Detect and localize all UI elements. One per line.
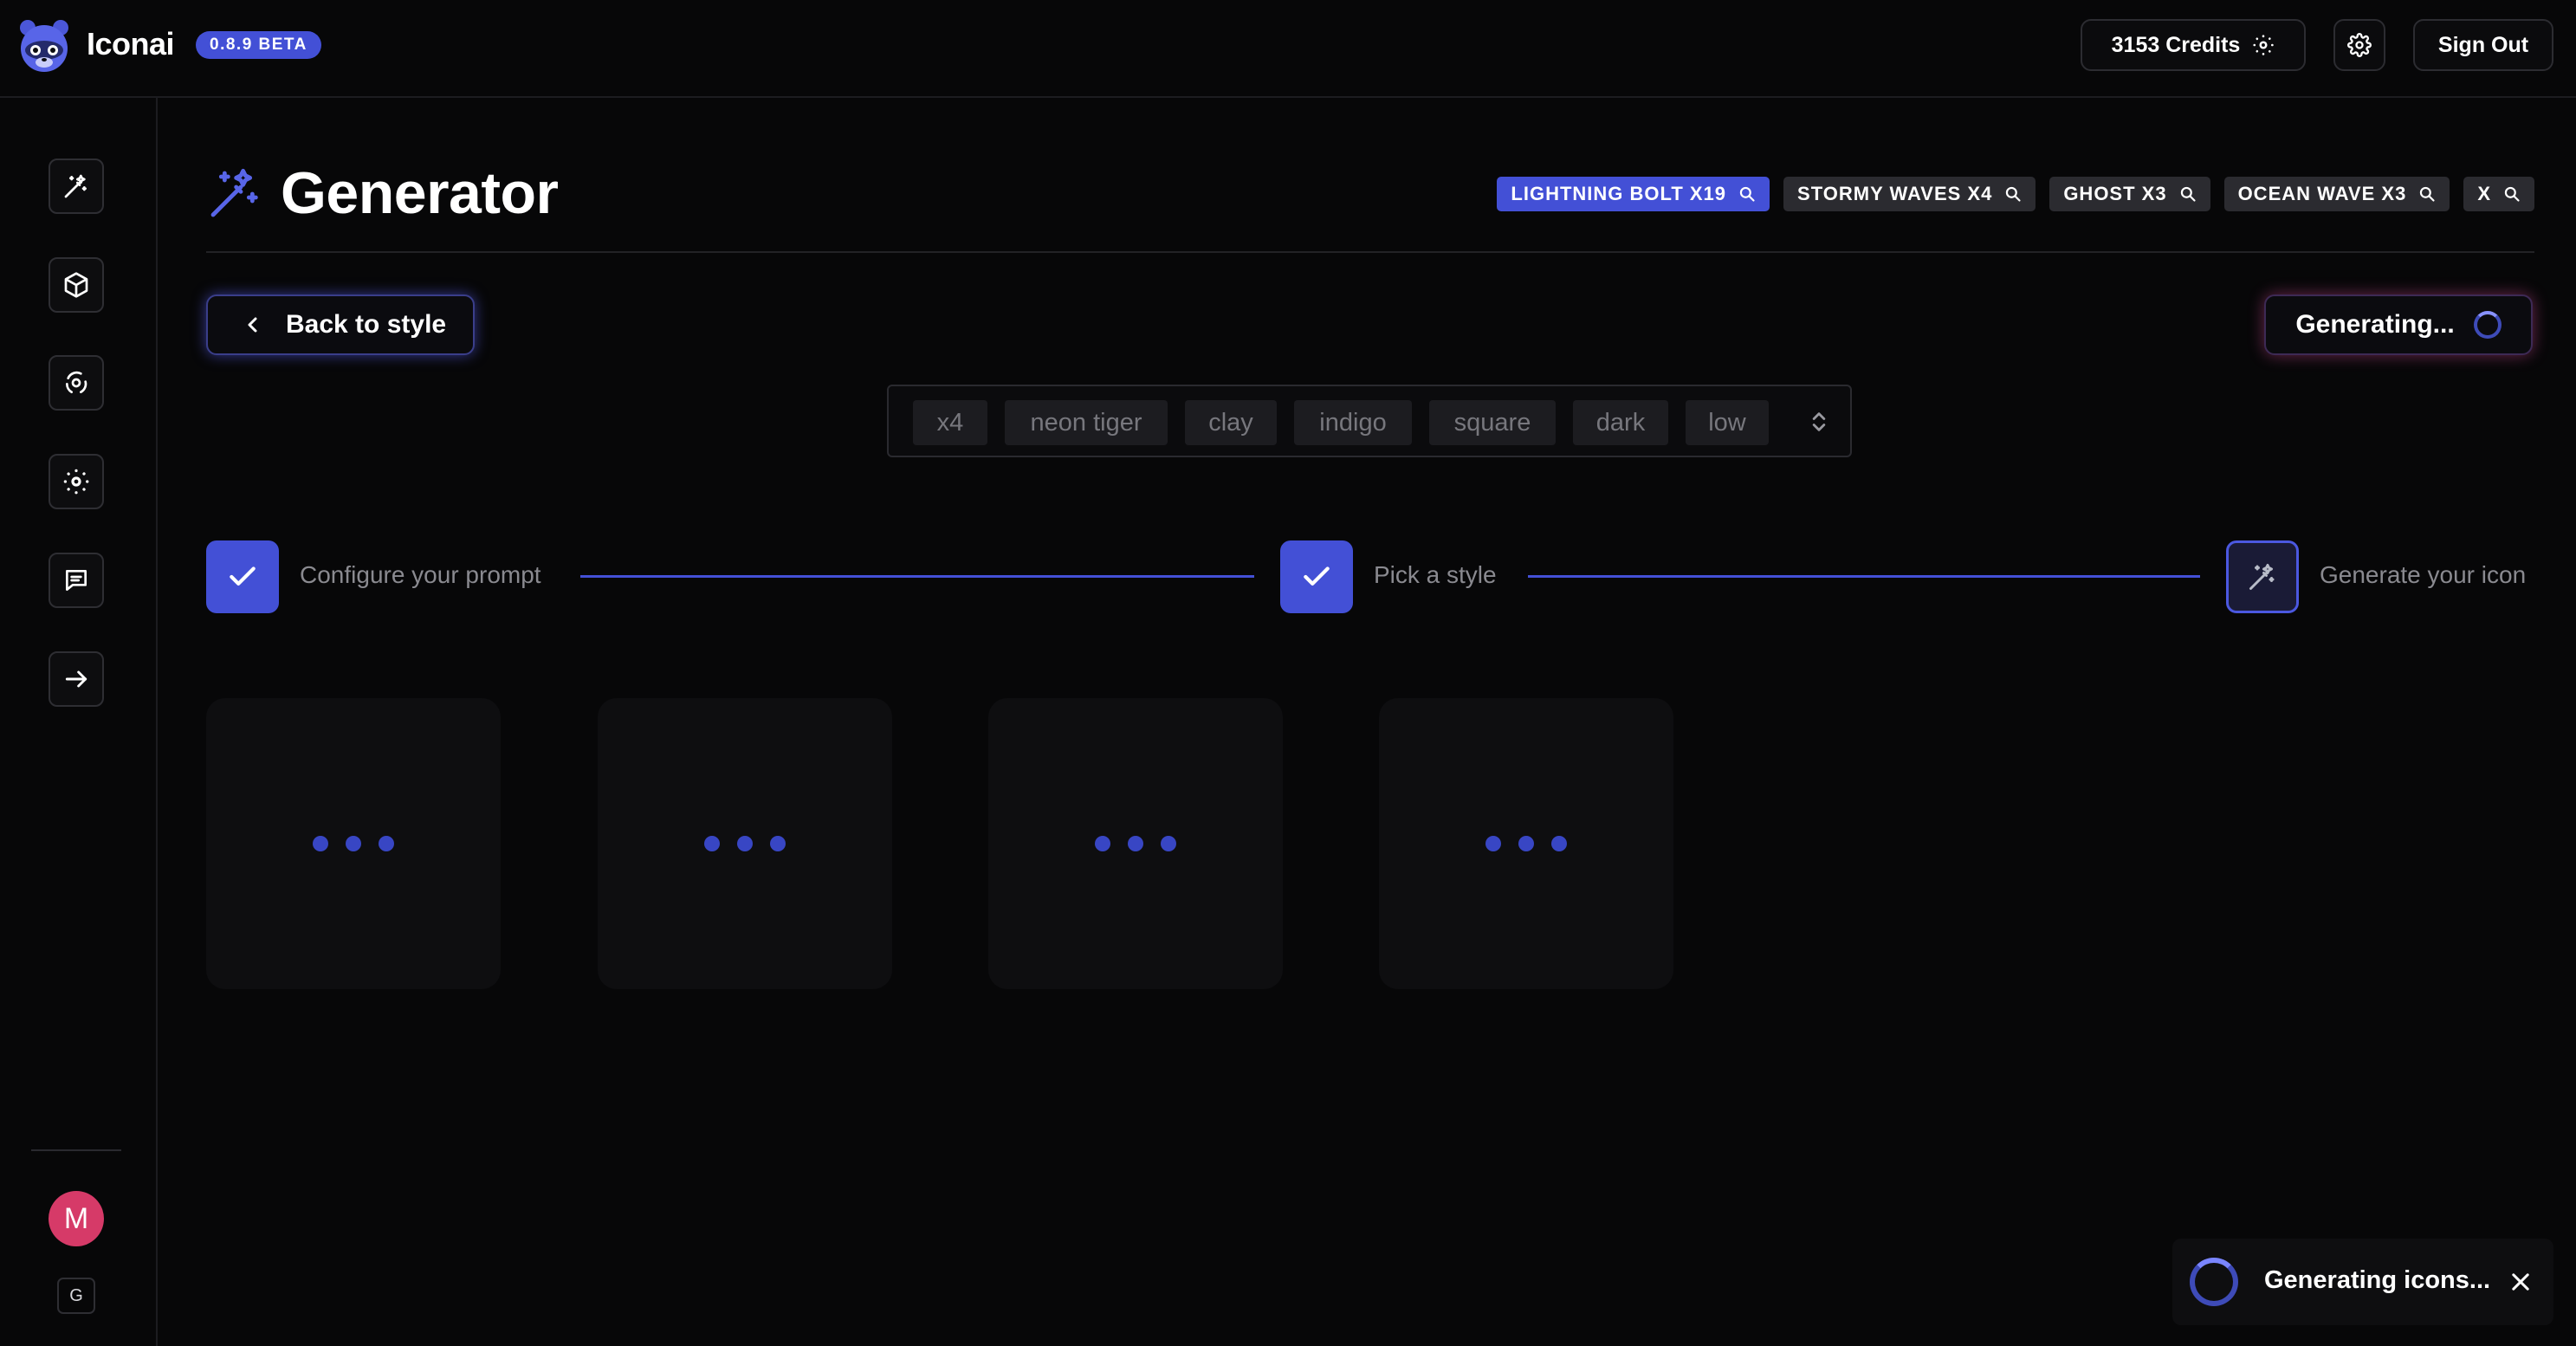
- sidebar: M G: [0, 98, 158, 1346]
- avatar[interactable]: M: [49, 1191, 104, 1246]
- prompt-tag[interactable]: neon tiger: [1005, 400, 1168, 445]
- search-icon: [1739, 186, 1755, 202]
- spinner-icon: [2190, 1258, 2238, 1306]
- page-header: Generator LIGHTNING BOLT X19 STORMY WAVE…: [206, 154, 2534, 253]
- credits-button[interactable]: 3153 Credits: [2081, 19, 2306, 71]
- sidebar-item-collapse[interactable]: [49, 651, 104, 707]
- version-badge: 0.8.9 BETA: [196, 31, 321, 59]
- prompt-tag[interactable]: x4: [913, 400, 987, 445]
- generating-label: Generating...: [2295, 310, 2455, 339]
- history-tag[interactable]: LIGHTNING BOLT X19: [1497, 177, 1770, 211]
- sidebar-item-library[interactable]: [49, 257, 104, 313]
- step-connector: [580, 575, 1254, 578]
- settings-button[interactable]: [2333, 19, 2385, 71]
- check-icon: [1304, 566, 1330, 586]
- toast-message: Generating icons...: [2264, 1266, 2491, 1294]
- history-tag[interactable]: GHOST X3: [2049, 177, 2210, 211]
- back-to-style-button[interactable]: Back to style: [206, 294, 475, 355]
- prompt-tag[interactable]: square: [1429, 400, 1556, 445]
- step-label: Generate your icon: [2320, 561, 2527, 588]
- loading-dot: [737, 836, 753, 851]
- loading-dot: [1161, 836, 1176, 851]
- step-pick-style-check: [1280, 540, 1353, 613]
- cube-icon: [64, 272, 88, 298]
- prompt-tag[interactable]: clay: [1185, 400, 1277, 445]
- close-icon[interactable]: [2508, 1270, 2533, 1294]
- arrow-right-icon: [65, 670, 87, 688]
- history-tag[interactable]: X: [2463, 177, 2534, 211]
- generating-toast: Generating icons...: [2172, 1239, 2553, 1325]
- prompt-tag[interactable]: dark: [1573, 400, 1668, 445]
- prompt-tag[interactable]: indigo: [1294, 400, 1412, 445]
- step-label: Configure your prompt: [300, 561, 541, 588]
- loading-dot: [1128, 836, 1143, 851]
- magic-wand-icon: [64, 174, 87, 198]
- chevron-left-icon: [248, 317, 257, 333]
- credits-dots-icon: [63, 469, 89, 495]
- orbit-icon: [65, 371, 87, 393]
- sidebar-item-generator[interactable]: [49, 159, 104, 214]
- chevron-up-down-icon[interactable]: [1807, 409, 1831, 435]
- step-connector: [1528, 575, 2200, 578]
- gear-icon: [2347, 33, 2372, 57]
- sidebar-item-feedback[interactable]: [49, 553, 104, 608]
- shortcut-badge[interactable]: G: [57, 1278, 95, 1314]
- step-configure-prompt-check: [206, 540, 279, 613]
- loading-dot: [770, 836, 786, 851]
- history-tag-label: GHOST X3: [2063, 183, 2167, 204]
- search-icon: [2420, 186, 2435, 202]
- loading-dot: [379, 836, 394, 851]
- icon-placeholder-card: [988, 698, 1283, 989]
- loading-dot: [1518, 836, 1534, 851]
- raccoon-logo-icon[interactable]: [16, 17, 73, 74]
- loading-dot: [346, 836, 361, 851]
- brand-name: Iconai: [87, 26, 175, 61]
- search-icon: [2180, 186, 2196, 202]
- history-tags: LIGHTNING BOLT X19 STORMY WAVES X4 GHOST…: [1497, 177, 2534, 211]
- magic-wand-icon: [210, 168, 258, 217]
- back-label: Back to style: [286, 310, 447, 339]
- credits-label: 3153 Credits: [2111, 32, 2241, 57]
- step-label: Pick a style: [1374, 561, 1497, 588]
- loading-dot: [1095, 836, 1110, 851]
- prompt-tags-bar[interactable]: x4 neon tiger clay indigo square dark lo…: [887, 385, 1852, 457]
- sidebar-divider: [31, 1149, 121, 1151]
- message-icon: [66, 570, 87, 591]
- sidebar-item-credits[interactable]: [49, 454, 104, 509]
- magic-wand-icon: [2249, 564, 2275, 590]
- loading-dot: [313, 836, 328, 851]
- loading-dot: [704, 836, 720, 851]
- search-icon: [2504, 186, 2520, 202]
- history-tag[interactable]: STORMY WAVES X4: [1783, 177, 2036, 211]
- search-icon: [2006, 186, 2021, 202]
- check-icon: [230, 566, 256, 586]
- icon-placeholder-card: [1379, 698, 1673, 989]
- loading-dot: [1485, 836, 1501, 851]
- page-title: Generator: [281, 160, 559, 226]
- sidebar-item-explore[interactable]: [49, 355, 104, 411]
- credits-dots-icon: [2253, 35, 2275, 55]
- history-tag-label: OCEAN WAVE X3: [2237, 183, 2407, 204]
- generating-button[interactable]: Generating...: [2264, 294, 2533, 355]
- prompt-tag[interactable]: low: [1686, 400, 1769, 445]
- history-tag-label: STORMY WAVES X4: [1797, 183, 1993, 204]
- sign-out-button[interactable]: Sign Out: [2413, 19, 2553, 71]
- icon-placeholder-card: [206, 698, 501, 989]
- history-tag-label: X: [2477, 183, 2491, 204]
- loading-dot: [1551, 836, 1567, 851]
- history-tag[interactable]: OCEAN WAVE X3: [2223, 177, 2450, 211]
- icon-placeholder-card: [598, 698, 892, 989]
- spinner-icon: [2473, 311, 2502, 339]
- step-generate-icon-current: [2226, 540, 2299, 613]
- history-tag-label: LIGHTNING BOLT X19: [1511, 183, 1727, 204]
- top-bar: Iconai 0.8.9 BETA 3153 Credits Sign Out: [0, 0, 2576, 98]
